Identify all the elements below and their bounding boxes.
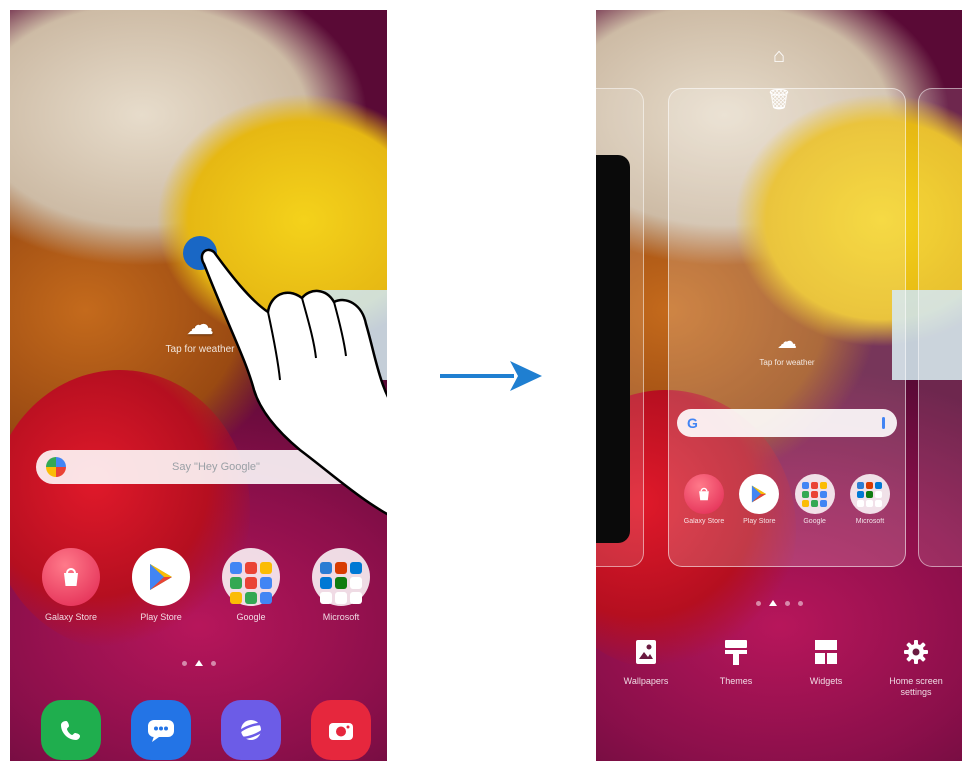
google-g-icon: G xyxy=(687,415,698,431)
app-label: Google xyxy=(236,612,266,622)
widgets-icon xyxy=(812,638,840,666)
app-row-preview: Galaxy Store Play Store Google Microsoft xyxy=(679,474,895,525)
app-microsoft-folder: Microsoft xyxy=(845,474,895,525)
mic-icon xyxy=(882,417,885,429)
app-camera[interactable] xyxy=(306,700,376,760)
shopping-bag-icon xyxy=(684,474,724,514)
app-play-store[interactable]: Play Store xyxy=(126,548,196,622)
next-page-frame[interactable] xyxy=(918,88,962,567)
page-indicator xyxy=(596,600,962,606)
page-actions: ⌂ 🗑 xyxy=(596,46,962,134)
hand-pointer-icon xyxy=(200,248,387,516)
folder-icon xyxy=(222,548,280,606)
widgets-button[interactable]: Widgets xyxy=(786,638,866,698)
image-icon xyxy=(632,638,660,666)
gear-icon xyxy=(902,638,930,666)
page-dot xyxy=(797,601,803,606)
google-assistant-icon xyxy=(46,457,66,477)
app-galaxy-store[interactable]: Galaxy Store xyxy=(36,548,106,622)
shopping-bag-icon xyxy=(42,548,100,606)
home-page-indicator-icon xyxy=(194,660,203,666)
page-dot xyxy=(784,601,790,606)
app-galaxy-store: Galaxy Store xyxy=(679,474,729,525)
page-dot xyxy=(210,661,216,666)
planet-icon xyxy=(221,700,281,760)
left-side-panel[interactable] xyxy=(596,155,630,543)
menu-label: Themes xyxy=(719,676,753,686)
menu-label: Home screen settings xyxy=(889,676,943,697)
phone-icon xyxy=(41,700,101,760)
wallpapers-button[interactable]: Wallpapers xyxy=(606,638,686,698)
folder-icon xyxy=(794,474,835,514)
google-search-bar-preview: G xyxy=(677,409,897,437)
app-label: Galaxy Store xyxy=(683,518,725,525)
home-icon[interactable]: ⌂ xyxy=(596,46,962,66)
page-indicator xyxy=(10,660,387,666)
trash-icon[interactable]: 🗑 xyxy=(596,90,962,110)
themes-button[interactable]: Themes xyxy=(696,638,776,698)
dock xyxy=(36,700,376,760)
weather-label: Tap for weather xyxy=(759,358,815,367)
app-row: Galaxy Store Play Store Google Microsoft xyxy=(36,548,376,622)
page-dot xyxy=(755,601,761,606)
app-internet[interactable] xyxy=(216,700,286,760)
paint-roller-icon xyxy=(722,638,750,666)
play-triangle-icon xyxy=(132,548,190,606)
app-label: Google xyxy=(803,518,826,525)
weather-widget-preview: ☁ Tap for weather xyxy=(669,329,905,367)
app-label: Galaxy Store xyxy=(44,612,98,622)
menu-label: Widgets xyxy=(809,676,843,686)
app-google-folder: Google xyxy=(790,474,840,525)
current-page-frame[interactable]: ☁ Tap for weather G Galaxy Store Play St… xyxy=(668,88,906,567)
app-messages[interactable] xyxy=(126,700,196,760)
app-label: Play Store xyxy=(743,518,776,525)
app-play-store: Play Store xyxy=(734,474,784,525)
app-label: Play Store xyxy=(140,612,182,622)
app-label: Microsoft xyxy=(855,518,885,525)
transition-arrow-icon xyxy=(440,361,542,391)
home-screen-edit-mode: ⌂ 🗑 ☁ Tap for weather G Galaxy Store Pla… xyxy=(596,10,962,761)
app-google-folder[interactable]: Google xyxy=(216,548,286,622)
play-triangle-icon xyxy=(739,474,780,514)
app-microsoft-folder[interactable]: Microsoft xyxy=(306,548,376,622)
camera-icon xyxy=(311,700,371,760)
folder-icon xyxy=(849,474,890,514)
home-screen-before: ☁ Tap for weather Say "Hey Google" Galax… xyxy=(10,10,387,761)
home-page-indicator-icon xyxy=(768,600,777,606)
folder-icon xyxy=(312,548,370,606)
app-label: Microsoft xyxy=(322,612,360,622)
page-dot xyxy=(181,661,187,666)
home-screen-settings-button[interactable]: Home screen settings xyxy=(876,638,956,698)
menu-label: Wallpapers xyxy=(623,676,669,686)
edit-mode-menu: Wallpapers Themes Widgets Home screen se… xyxy=(606,638,956,698)
chat-icon xyxy=(131,700,191,760)
cloud-plus-icon: ☁ xyxy=(777,331,797,353)
app-phone[interactable] xyxy=(36,700,106,760)
